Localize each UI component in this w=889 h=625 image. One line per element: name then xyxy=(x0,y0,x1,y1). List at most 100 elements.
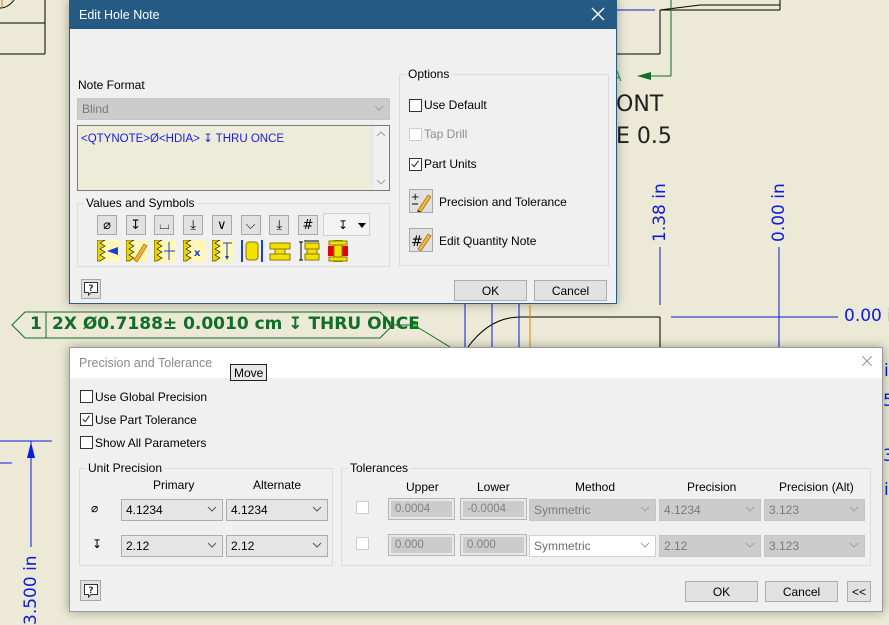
note-format-select[interactable]: Blind xyxy=(77,98,390,120)
diameter-symbol-button[interactable]: ⌀ xyxy=(97,215,117,235)
use-default-checkbox[interactable] xyxy=(409,99,422,112)
thread-depth-button[interactable] xyxy=(211,239,234,262)
diameter-method-select[interactable]: Symmetric xyxy=(529,499,656,521)
diameter-tolerance-enable-checkbox[interactable] xyxy=(356,501,369,514)
depth-tolerance-enable-checkbox[interactable] xyxy=(356,537,369,550)
precision-tolerance-label[interactable]: Precision and Tolerance xyxy=(439,195,567,209)
depth-arrow-symbol-button[interactable]: ⤓ xyxy=(269,215,290,235)
use-global-precision-checkbox[interactable] xyxy=(80,390,93,403)
quantity-symbol-button[interactable]: # xyxy=(297,215,318,235)
use-part-tolerance-label: Use Part Tolerance xyxy=(95,413,197,427)
depth-method-select[interactable]: Symmetric xyxy=(529,535,656,557)
tap-drill-label: Tap Drill xyxy=(424,127,468,141)
show-all-parameters-checkbox[interactable] xyxy=(80,436,93,449)
chevron-down-icon xyxy=(849,506,859,512)
precision-tolerance-button[interactable]: + xyxy=(409,189,433,213)
chevron-down-icon xyxy=(207,506,217,512)
diameter-icon: ⌀ xyxy=(103,217,111,233)
diameter-upper-tolerance-field[interactable]: 0.0004 xyxy=(388,498,455,520)
dialog-titlebar[interactable]: Edit Hole Note xyxy=(70,1,616,29)
dimension-label[interactable]: 1.38 in xyxy=(650,183,670,242)
close-icon[interactable] xyxy=(589,5,607,23)
diameter-symbol: ⌀ xyxy=(91,501,99,515)
select-value: 2.12 xyxy=(664,539,688,553)
thread-multiplier-button[interactable]: x xyxy=(182,239,206,262)
depth-primary-precision-select[interactable]: 2.12 xyxy=(121,535,223,557)
diameter-lower-tolerance-field[interactable]: -0.0004 xyxy=(460,498,527,520)
unit-precision-label: Unit Precision xyxy=(86,461,165,475)
fastener-red-button[interactable] xyxy=(327,239,349,263)
note-scrollbar[interactable] xyxy=(372,126,389,190)
select-value: 4.1234 xyxy=(126,503,163,517)
dimension-label[interactable]: 0.00 i xyxy=(844,306,889,326)
depth-alternate-precision-select[interactable]: 2.12 xyxy=(226,535,328,557)
thread-class-button[interactable] xyxy=(240,240,263,262)
thread-pitch-button[interactable] xyxy=(154,239,177,262)
move-tooltip: Move xyxy=(230,364,268,381)
help-button[interactable]: ? xyxy=(81,279,101,299)
chevron-down-icon xyxy=(640,542,650,548)
depth-symbol-button[interactable]: ↧ xyxy=(125,215,146,235)
edit-value-button[interactable] xyxy=(125,239,148,263)
select-value: Symmetric xyxy=(534,503,591,517)
ok-button[interactable]: OK xyxy=(454,280,527,301)
depth-tolerance-precision-alt-select[interactable]: 3.123 xyxy=(764,535,865,557)
show-all-parameters-label: Show All Parameters xyxy=(95,436,207,450)
column-header-primary: Primary xyxy=(153,478,195,492)
diameter-tolerance-precision-select[interactable]: 4.1234 xyxy=(659,499,761,521)
cancel-button[interactable]: Cancel xyxy=(765,581,838,602)
depth-tolerance-precision-select[interactable]: 2.12 xyxy=(659,535,761,557)
spotface-icon: ⤓ xyxy=(190,217,196,233)
close-icon[interactable] xyxy=(860,354,874,368)
symbol-dropdown-button[interactable]: ↧ xyxy=(323,213,370,236)
help-icon: ? xyxy=(83,583,98,598)
countersink-point-symbol-button[interactable]: ⌵ xyxy=(240,215,261,235)
cancel-button[interactable]: Cancel xyxy=(534,280,607,301)
plus-minus-pencil-icon: + xyxy=(411,192,432,212)
dimension-label[interactable]: 3.500 in xyxy=(21,555,41,625)
scroll-down-icon[interactable] xyxy=(376,177,386,187)
diameter-primary-precision-select[interactable]: 4.1234 xyxy=(121,499,223,521)
geometry-line xyxy=(659,4,701,11)
thread-designation-button[interactable] xyxy=(96,239,119,262)
thread-class-icon xyxy=(240,240,263,262)
counterbore-symbol-button[interactable]: ⌴ xyxy=(154,215,175,235)
chevron-down-icon xyxy=(312,542,322,548)
ok-button[interactable]: OK xyxy=(685,581,758,602)
fastener-button[interactable] xyxy=(269,240,291,262)
use-default-label: Use Default xyxy=(424,98,487,112)
dimension-label[interactable]: 0.00 in xyxy=(769,183,789,242)
diameter-alternate-precision-select[interactable]: 4.1234 xyxy=(226,499,328,521)
checkmark-icon xyxy=(82,415,90,423)
chevron-down-icon xyxy=(312,506,322,512)
spotface-symbol-button[interactable]: ⤓ xyxy=(183,215,204,235)
thread-pitch-icon xyxy=(154,239,177,262)
fastener-length-button[interactable] xyxy=(298,240,320,262)
use-part-tolerance-checkbox[interactable] xyxy=(80,413,93,426)
symbol-dropdown-glyph: ↧ xyxy=(338,217,349,232)
diameter-tolerance-precision-alt-select[interactable]: 3.123 xyxy=(764,499,865,521)
geometry-arc xyxy=(467,316,521,348)
drawing-text: E 0.5 xyxy=(616,124,672,149)
scroll-up-icon[interactable] xyxy=(376,129,386,139)
fastener-red-icon xyxy=(327,239,348,263)
countersink-icon: ∨ xyxy=(217,217,227,233)
dialog-titlebar[interactable]: Precision and Tolerance xyxy=(70,348,882,378)
values-symbols-label: Values and Symbols xyxy=(84,196,197,210)
quantity-icon: # xyxy=(302,217,314,233)
edit-quantity-note-button[interactable]: # xyxy=(409,228,433,252)
depth-lower-tolerance-field[interactable]: 0.000 xyxy=(460,534,527,556)
tap-drill-checkbox[interactable] xyxy=(409,128,422,141)
depth-icon: ↧ xyxy=(130,217,142,233)
part-units-checkbox[interactable] xyxy=(409,158,422,171)
countersink-symbol-button[interactable]: ∨ xyxy=(211,215,232,235)
note-text-editor[interactable]: <QTYNOTE>Ø<HDIA> ↧ THRU ONCE xyxy=(77,125,390,191)
collapse-button[interactable]: << xyxy=(847,581,871,602)
help-button[interactable]: ? xyxy=(80,580,101,601)
edit-quantity-note-label[interactable]: Edit Quantity Note xyxy=(439,234,536,248)
svg-text:x: x xyxy=(194,248,201,259)
depth-upper-tolerance-field[interactable]: 0.000 xyxy=(388,534,455,556)
column-header-precision-alt: Precision (Alt) xyxy=(779,480,854,494)
fastener-icon xyxy=(269,242,291,261)
note-format-value: Blind xyxy=(82,102,109,116)
